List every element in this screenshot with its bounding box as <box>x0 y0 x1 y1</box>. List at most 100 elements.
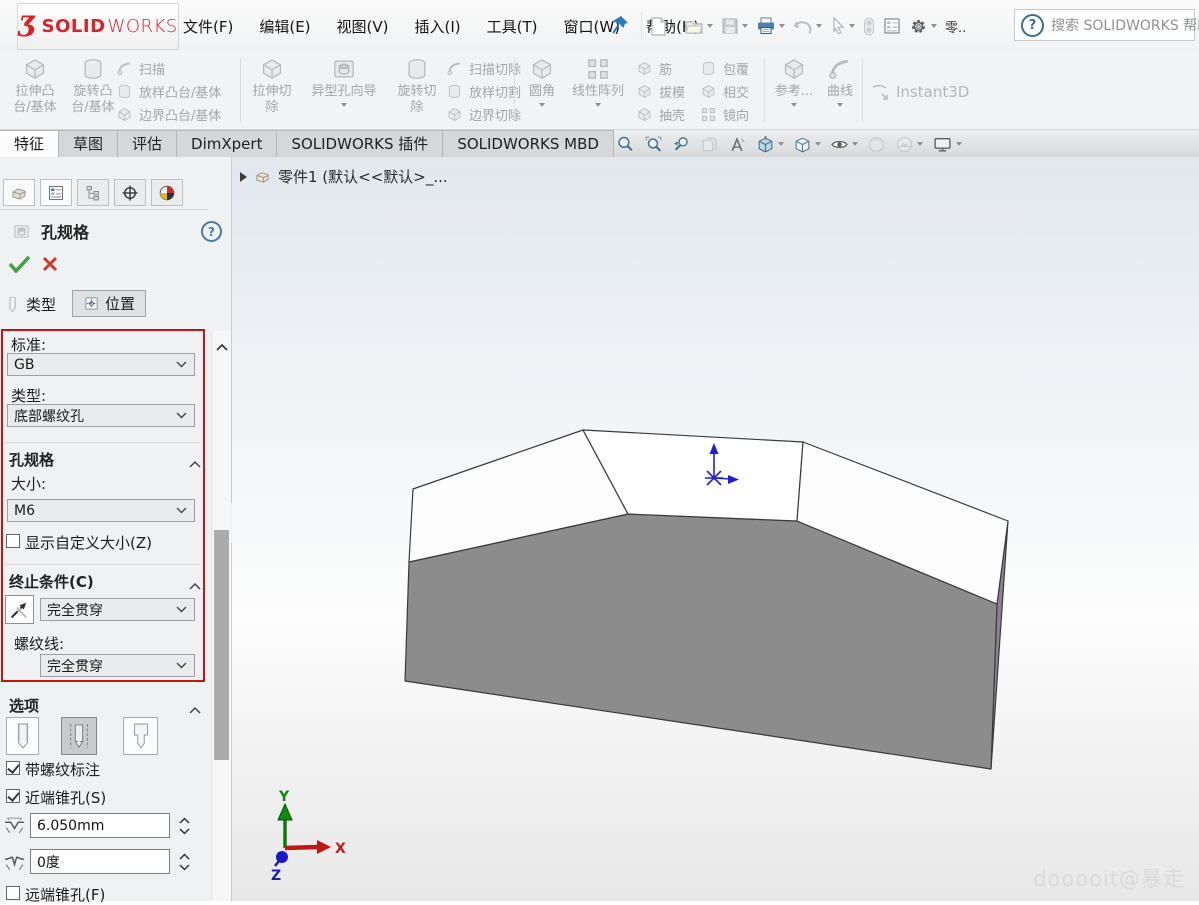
panel-scrollbar[interactable] <box>211 331 231 901</box>
cancel-button[interactable] <box>42 256 58 276</box>
fillet-button[interactable]: 圆角 <box>520 56 564 107</box>
tab-solidworks-mbd[interactable]: SOLIDWORKS MBD <box>442 130 614 157</box>
shell-button[interactable]: 抽壳 <box>636 104 685 124</box>
annotation-view-icon[interactable] <box>728 135 747 154</box>
apply-scene-icon[interactable] <box>895 135 923 154</box>
menu-tools[interactable]: 工具(T) <box>487 16 538 37</box>
linear-pattern-button[interactable]: 线性阵列 <box>566 56 630 107</box>
graphics-viewport[interactable]: 零件1 (默认<<默认>_... Y <box>232 157 1199 901</box>
show-custom-size-checkbox[interactable] <box>6 534 20 548</box>
revolve-boss-button[interactable]: 旋转凸台/基体 <box>64 56 122 116</box>
hole-option-tapped-button[interactable] <box>61 717 97 755</box>
collapse-hole-spec-icon[interactable] <box>189 453 201 472</box>
scrollbar-thumb[interactable] <box>214 530 229 760</box>
hole-wizard-button[interactable]: 异型孔向导 <box>299 56 389 107</box>
instant3d-button[interactable]: Instant3D <box>870 82 969 102</box>
thread-callout-checkbox[interactable] <box>6 761 20 775</box>
wrap-button[interactable]: 包覆 <box>700 58 749 78</box>
tab-dimxpert[interactable]: DimXpert <box>176 130 277 157</box>
new-document-button[interactable] <box>650 17 676 36</box>
part-model[interactable]: Y X Z <box>232 157 1199 901</box>
manager-tab-dimxpert[interactable] <box>114 179 146 206</box>
mirror-button[interactable]: 镜向 <box>700 104 749 124</box>
open-caret[interactable] <box>707 24 713 28</box>
search-box[interactable]: ? 搜索 SOLIDWORKS 帮助 <box>1014 9 1195 41</box>
far-cone-checkbox[interactable] <box>6 886 20 900</box>
fillet-caret[interactable] <box>539 103 545 107</box>
view-orientation-icon[interactable] <box>756 135 784 154</box>
save-caret[interactable] <box>742 24 748 28</box>
toolbar-overflow-label[interactable]: 零.. <box>945 17 966 36</box>
near-cone-checkbox[interactable] <box>6 789 20 803</box>
sweep-button[interactable]: 扫描 <box>116 58 165 78</box>
zoom-area-icon[interactable] <box>644 135 663 154</box>
near-cone-diameter-input[interactable]: 6.050mm <box>30 813 170 838</box>
section-view-icon[interactable] <box>700 135 719 154</box>
linear-pattern-caret[interactable] <box>595 103 601 107</box>
search-help-icon[interactable]: ? <box>1021 14 1044 37</box>
edit-appearance-icon[interactable] <box>867 135 886 154</box>
open-button[interactable] <box>684 18 713 35</box>
zoom-fit-icon[interactable] <box>616 135 635 154</box>
reference-geometry-button[interactable]: 参考... <box>770 56 818 107</box>
boundary-boss-button[interactable]: 边界凸台/基体 <box>116 104 221 124</box>
apply-scene-caret[interactable] <box>917 142 923 146</box>
tab-hole-type[interactable]: 类型 <box>4 294 56 315</box>
hole-type-select[interactable]: 底部螺纹孔 <box>7 404 195 427</box>
loft-cut-button[interactable]: 放样切割 <box>446 81 521 101</box>
selection-filter-button[interactable] <box>863 17 875 36</box>
draft-button[interactable]: 拔模 <box>636 81 685 101</box>
display-style-caret[interactable] <box>815 142 821 146</box>
sweep-cut-button[interactable]: 扫描切除 <box>446 58 521 78</box>
manager-tab-displaymanager[interactable] <box>151 179 183 206</box>
options-gear-button[interactable] <box>909 17 937 36</box>
tab-solidworks-addins[interactable]: SOLIDWORKS 插件 <box>276 130 443 157</box>
near-cone-angle-input[interactable]: 0度 <box>30 849 170 874</box>
ok-button[interactable] <box>8 254 31 277</box>
tab-hole-position[interactable]: 位置 <box>72 290 146 317</box>
save-button[interactable] <box>721 17 748 35</box>
menu-insert[interactable]: 插入(I) <box>415 16 461 37</box>
new-document-caret[interactable] <box>670 24 676 28</box>
select-pointer-button[interactable] <box>830 17 855 35</box>
intersect-button[interactable]: 相交 <box>700 81 749 101</box>
boundary-cut-button[interactable]: 边界切除 <box>446 104 521 124</box>
revolve-cut-button[interactable]: 旋转切除 <box>392 56 442 116</box>
menu-view[interactable]: 视图(V) <box>337 16 389 37</box>
curves-button[interactable]: 曲线 <box>820 56 860 107</box>
previous-view-icon[interactable] <box>672 135 691 154</box>
tab-evaluate[interactable]: 评估 <box>117 130 177 157</box>
rib-button[interactable]: 筋 <box>636 58 672 78</box>
view-settings-caret[interactable] <box>956 142 962 146</box>
select-caret[interactable] <box>849 24 855 28</box>
reverse-direction-button[interactable] <box>5 595 34 624</box>
collapse-options-icon[interactable] <box>189 699 201 718</box>
thread-select[interactable]: 完全贯穿 <box>40 654 195 677</box>
undo-caret[interactable] <box>816 24 822 28</box>
near-cone-diameter-stepper[interactable] <box>176 813 192 838</box>
end-condition-select[interactable]: 完全贯穿 <box>40 598 195 621</box>
print-button[interactable] <box>756 17 785 35</box>
manager-tab-featuretree[interactable] <box>3 179 35 206</box>
loft-boss-button[interactable]: 放样凸台/基体 <box>116 81 221 101</box>
hide-show-caret[interactable] <box>852 142 858 146</box>
size-select[interactable]: M6 <box>7 499 195 522</box>
hide-show-items-icon[interactable] <box>830 135 858 154</box>
curves-caret[interactable] <box>837 103 843 107</box>
pin-menu-icon[interactable] <box>610 14 630 40</box>
view-orientation-caret[interactable] <box>778 142 784 146</box>
tab-sketch[interactable]: 草图 <box>58 130 118 157</box>
view-settings-icon[interactable] <box>932 135 962 154</box>
help-icon[interactable]: ? <box>201 221 222 242</box>
options-form-button[interactable] <box>883 17 901 35</box>
reference-caret[interactable] <box>791 103 797 107</box>
scrollbar-up-icon[interactable] <box>216 336 228 355</box>
print-caret[interactable] <box>779 24 785 28</box>
extrude-cut-button[interactable]: 拉伸切除 <box>246 56 298 116</box>
search-input[interactable]: 搜索 SOLIDWORKS 帮助 <box>1051 15 1199 35</box>
hole-option-counterbore-button[interactable] <box>123 717 158 755</box>
tab-features[interactable]: 特征 <box>0 130 59 157</box>
undo-button[interactable] <box>793 18 822 35</box>
standard-select[interactable]: GB <box>7 353 195 376</box>
manager-tab-propertymanager[interactable] <box>40 179 72 206</box>
